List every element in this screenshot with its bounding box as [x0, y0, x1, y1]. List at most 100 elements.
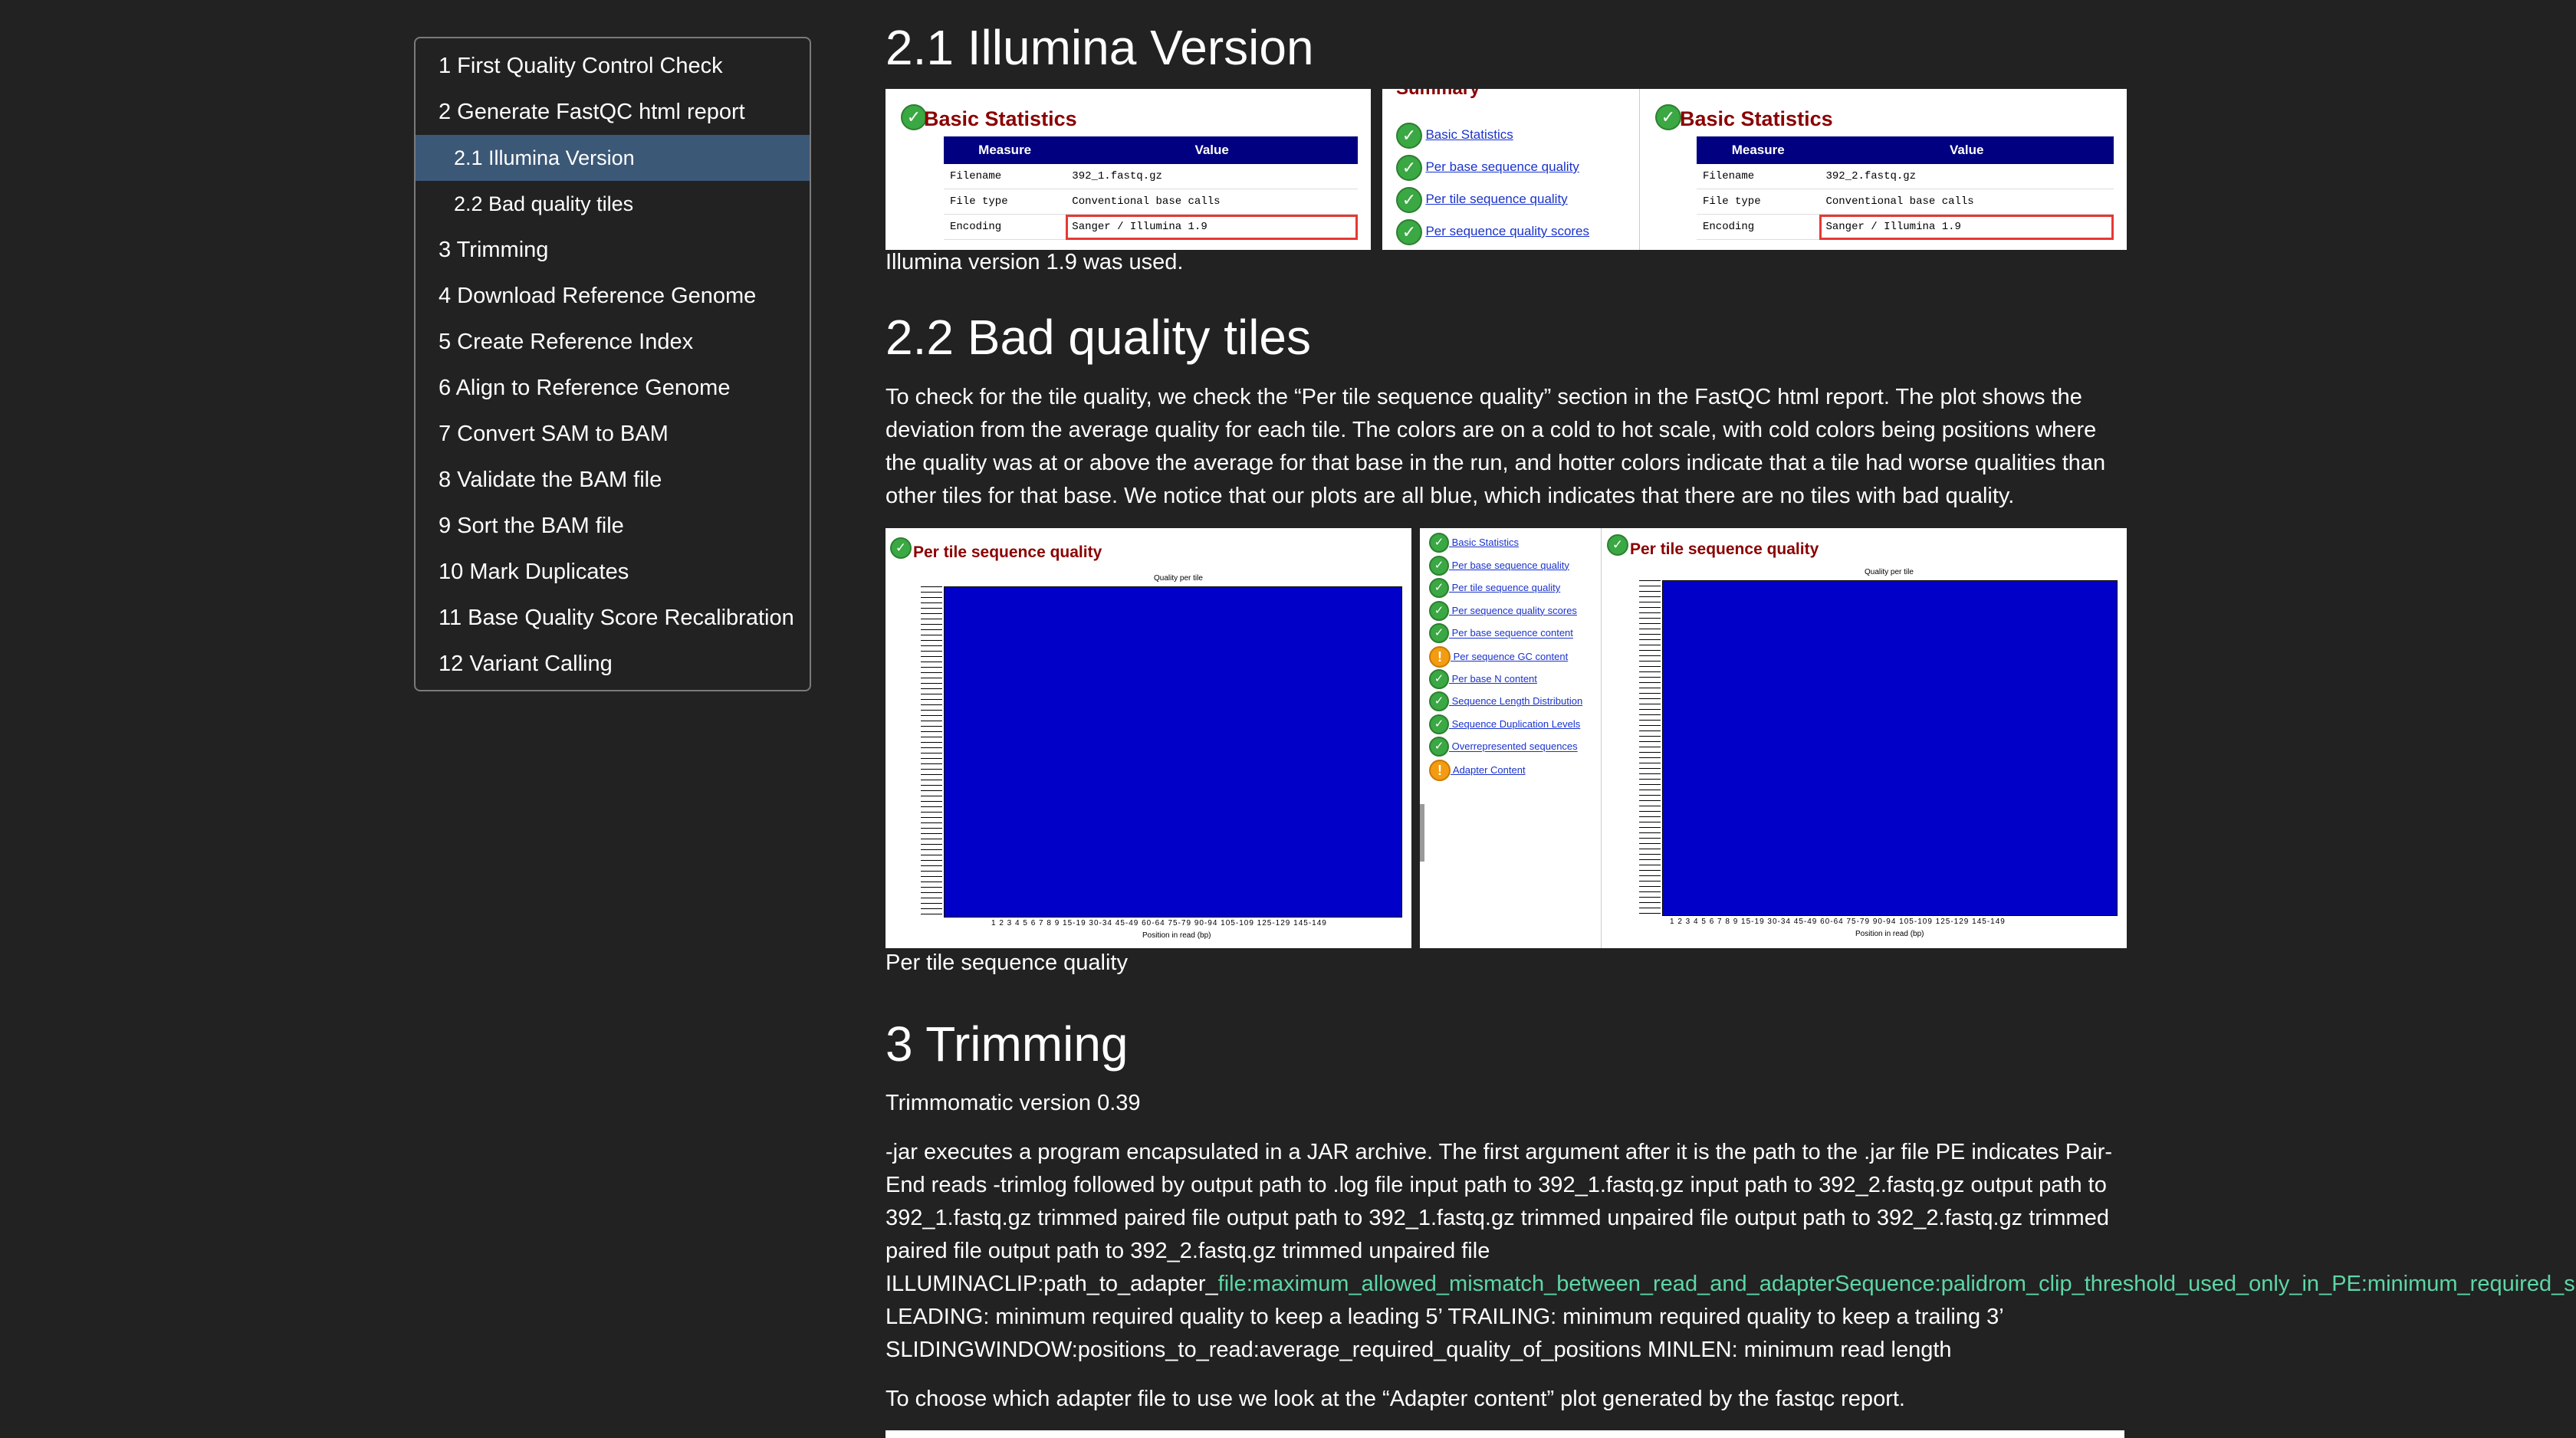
toc-item-first-quality-control[interactable]: 1 First Quality Control Check	[416, 43, 810, 89]
summary-link[interactable]: Per base sequence quality	[1449, 560, 1569, 571]
check-icon: ✓	[1429, 737, 1449, 757]
basic-statistics-image-2: Summary ✓ Basic Statistics ✓ Per base se…	[1382, 89, 2127, 250]
cell: 392_2.fastq.gz	[1819, 164, 2114, 189]
check-icon: ✓	[1396, 187, 1422, 213]
check-icon: ✓	[1607, 534, 1628, 556]
section-heading-trimming: 3 Trimming	[886, 1016, 1129, 1072]
summary-item: ✓ Sequence Length Distribution	[1429, 691, 1583, 712]
tile-heatmap	[1662, 580, 2118, 916]
tile-heatmap	[944, 586, 1402, 918]
col-measure: Measure	[1697, 136, 1820, 164]
summary-link[interactable]: Per base sequence quality	[1425, 159, 1579, 174]
adapter-content-text: To choose which adapter file to use we l…	[886, 1387, 1905, 1411]
toc-item-mark-duplicates[interactable]: 10 Mark Duplicates	[416, 549, 810, 595]
toc-item-variant-calling[interactable]: 12 Variant Calling	[416, 641, 810, 687]
summary-link[interactable]: Per base sequence content	[1449, 628, 1573, 639]
check-icon: ✓	[1396, 155, 1422, 181]
toc-item-align-reference[interactable]: 6 Align to Reference Genome	[416, 365, 810, 411]
check-icon: ✓	[1429, 714, 1449, 734]
summary-item: ! Adapter Content	[1429, 760, 1526, 781]
encoding-highlight: Sanger / Illumina 1.9	[1066, 214, 1358, 240]
x-axis-label: Position in read (bp)	[1855, 930, 1924, 938]
summary-item: ✓ Per tile sequence quality	[1429, 578, 1561, 599]
cell: Encoding	[1697, 214, 1820, 240]
toc-item-trimming[interactable]: 3 Trimming	[416, 227, 810, 273]
summary-link[interactable]: Per tile sequence quality	[1425, 192, 1567, 206]
trimming-explanation: -jar executes a program encapsulated in …	[886, 1140, 2113, 1263]
cell: File type	[944, 189, 1066, 215]
cell: Conventional base calls	[1819, 189, 2114, 215]
toc-item-illumina-version[interactable]: 2.1 Illumina Version	[416, 135, 810, 181]
trimmomatic-version: Trimmomatic version 0.39	[886, 1091, 1141, 1115]
summary-link[interactable]: Basic Statistics	[1449, 537, 1519, 548]
cell: Conventional base calls	[1066, 189, 1358, 215]
y-axis-ticks	[921, 586, 942, 916]
check-icon: ✓	[1655, 104, 1681, 130]
tile-quality-image-2: ✓ Basic Statistics ✓ Per base sequence qu…	[1420, 528, 2127, 948]
summary-link[interactable]: Sequence Duplication Levels	[1449, 718, 1581, 730]
check-icon: ✓	[1429, 578, 1449, 599]
toc-item-base-quality-recalibration[interactable]: 11 Base Quality Score Recalibration	[416, 595, 810, 641]
summary-link[interactable]: Per tile sequence quality	[1449, 582, 1561, 593]
toc-item-sort-bam[interactable]: 9 Sort the BAM file	[416, 503, 810, 549]
summary-item: ✓ Per sequence quality scores	[1429, 600, 1577, 621]
x-axis-label: Position in read (bp)	[1142, 931, 1211, 940]
summary-link[interactable]: Basic Statistics	[1425, 127, 1513, 142]
next-image-edge	[886, 1430, 2124, 1438]
x-axis-ticks: 1 2 3 4 5 6 7 8 9 15-19 30-34 45-49 60-6…	[1670, 918, 2006, 926]
toc-item-bad-quality-tiles[interactable]: 2.2 Bad quality tiles	[416, 181, 810, 227]
cell: File type	[1697, 189, 1820, 215]
plot-subtitle: Quality per tile	[1154, 574, 1203, 583]
x-axis-ticks: 1 2 3 4 5 6 7 8 9 15-19 30-34 45-49 60-6…	[991, 919, 1327, 927]
toc-item-create-reference-index[interactable]: 5 Create Reference Index	[416, 319, 810, 365]
check-icon: ✓	[1429, 623, 1449, 644]
toc-item-download-reference[interactable]: 4 Download Reference Genome	[416, 273, 810, 319]
summary-link[interactable]: Adapter Content	[1451, 764, 1526, 776]
check-icon: ✓	[1396, 219, 1422, 245]
check-icon: ✓	[1429, 600, 1449, 621]
cell: Filename	[944, 164, 1066, 189]
check-icon: ✓	[1429, 555, 1449, 576]
summary-link[interactable]: Overrepresented sequences	[1449, 741, 1578, 753]
check-icon: ✓	[1429, 668, 1449, 689]
summary-item: ✓ Per base sequence quality	[1429, 555, 1569, 576]
basic-statistics-title: Basic Statistics	[1680, 107, 1833, 130]
check-icon: ✓	[890, 537, 912, 559]
col-measure: Measure	[944, 136, 1066, 164]
tile-quality-paragraph: To check for the tile quality, we check …	[886, 385, 2106, 508]
leading-trailing-text: LEADING: minimum required quality to kee…	[886, 1305, 2004, 1329]
summary-item: ✓ Basic Statistics	[1429, 533, 1519, 553]
slidingwindow-text: SLIDINGWINDOW:positions_to_read:average_…	[886, 1338, 1952, 1362]
illuminaclip-text: ILLUMINACLIP:path_to_adapter_	[886, 1272, 1218, 1296]
illuminaclip-line: ILLUMINACLIP:path_to_adapter_file:maximu…	[886, 1268, 2576, 1301]
cell: 392_1.fastq.gz	[1066, 164, 1358, 189]
summary-item: ✓ Per base N content	[1429, 668, 1537, 689]
toc-item-convert-sam-bam[interactable]: 7 Convert SAM to BAM	[416, 411, 810, 457]
y-axis-ticks	[1639, 580, 1661, 914]
summary-link[interactable]: Per base N content	[1449, 673, 1537, 685]
summary-item: ✓ Sequence Duplication Levels	[1429, 714, 1580, 734]
summary-link[interactable]: Sequence Length Distribution	[1449, 695, 1583, 707]
toc-item-validate-bam[interactable]: 8 Validate the BAM file	[416, 457, 810, 503]
summary-link[interactable]: Per sequence quality scores	[1425, 224, 1589, 238]
summary-item: ✓ Per base sequence content	[1429, 623, 1573, 644]
warning-icon: !	[1429, 646, 1451, 668]
check-icon: ✓	[1396, 123, 1422, 149]
scrollbar[interactable]	[1420, 804, 1424, 862]
summary-title: Summary	[1396, 89, 1480, 100]
toc-item-generate-fastqc[interactable]: 2 Generate FastQC html report	[416, 89, 810, 135]
plot-title: Per tile sequence quality	[1630, 540, 1819, 558]
basic-statistics-table: Measure Value Filename 392_1.fastq.gz File…	[944, 136, 1358, 240]
illuminaclip-params: file:maximum_allowed_mismatch_between_re…	[1217, 1272, 2576, 1296]
tile-quality-caption: Per tile sequence quality	[886, 950, 1128, 975]
section-heading-bad-quality-tiles: 2.2 Bad quality tiles	[886, 310, 1311, 365]
summary-item: ✓ Overrepresented sequences	[1429, 737, 1578, 757]
summary-panel: Summary ✓ Basic Statistics ✓ Per base se…	[1382, 89, 1640, 250]
plot-title: Per tile sequence quality	[913, 543, 1102, 561]
illumina-caption: Illumina version 1.9 was used.	[886, 250, 1184, 274]
summary-link[interactable]: Per sequence GC content	[1451, 651, 1569, 662]
summary-panel: ✓ Basic Statistics ✓ Per base sequence qu…	[1420, 528, 1602, 948]
summary-link[interactable]: Per sequence quality scores	[1449, 605, 1577, 616]
check-icon: ✓	[901, 104, 927, 130]
check-icon: ✓	[1429, 533, 1449, 553]
